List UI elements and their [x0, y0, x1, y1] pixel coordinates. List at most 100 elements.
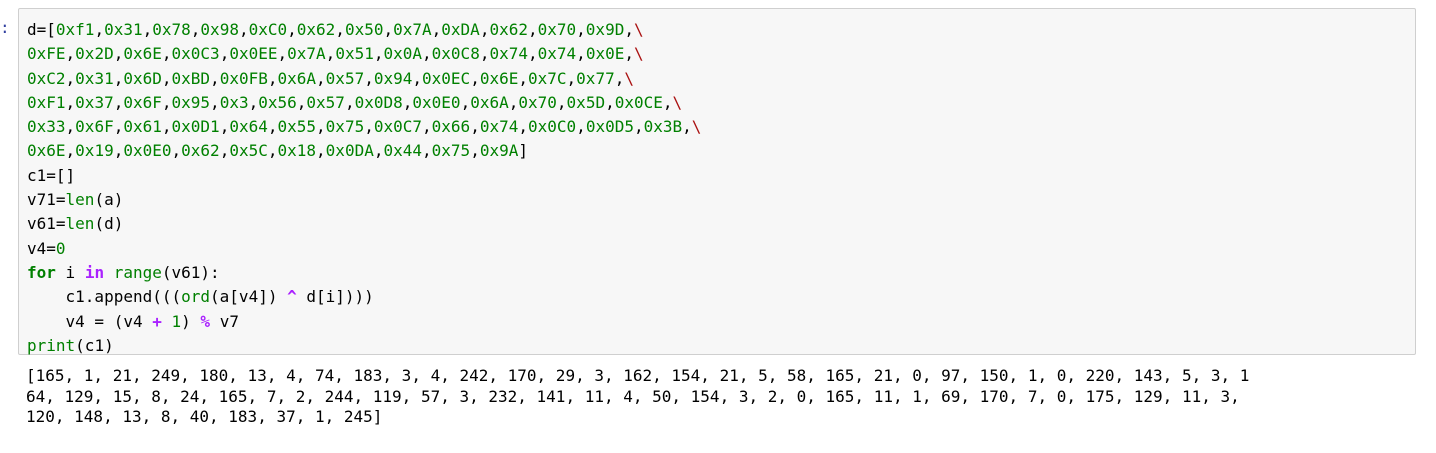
code-number: 0x33: [27, 117, 66, 137]
code-text: ,: [614, 68, 625, 88]
code-number: 0x18: [277, 141, 317, 161]
code-text: ,: [277, 44, 288, 64]
code-number: 0x44: [383, 141, 423, 161]
code-number: 0x0C8: [431, 44, 480, 64]
code-text: ,: [633, 117, 644, 137]
code-line: v4 = (v4 + 1) % v7: [27, 310, 701, 334]
cell-output: [165, 1, 21, 249, 180, 13, 4, 74, 183, 3…: [26, 366, 1249, 428]
output-line: [165, 1, 21, 249, 180, 13, 4, 74, 183, 3…: [26, 366, 1250, 385]
code-number: 0x6F: [75, 117, 114, 137]
code-number: 0x0EC: [422, 68, 471, 88]
code-text: (a[v4]): [210, 287, 288, 307]
code-number: 0xF1: [27, 92, 66, 112]
code-text: ,: [267, 117, 278, 137]
code-text: ,: [470, 117, 480, 137]
code-number: 0x0C3: [171, 44, 220, 64]
code-text: ,: [65, 117, 76, 137]
code-number: 0x78: [152, 20, 191, 39]
code-editor[interactable]: d=[0xf1,0x31,0x78,0x98,0xC0,0x62,0x50,0x…: [27, 18, 701, 358]
code-number: 0x74: [479, 117, 519, 137]
code-line: d=[0xf1,0x31,0x78,0x98,0xC0,0x62,0x50,0x…: [27, 18, 701, 42]
code-number: 0x0DA: [325, 141, 374, 161]
code-operator: +: [152, 311, 162, 331]
code-text: ,: [479, 20, 490, 39]
code-number: 0x62: [489, 20, 528, 39]
output-line: 120, 148, 13, 8, 40, 183, 37, 1, 245]: [26, 407, 383, 426]
code-text: ,: [287, 20, 297, 39]
code-number: 0x0A: [383, 44, 423, 64]
code-number: 0xC2: [27, 68, 66, 88]
code-text: ,: [662, 92, 673, 112]
code-number: 0x31: [75, 68, 114, 88]
code-number: 0x6D: [123, 68, 162, 88]
code-number: 0x0EE: [229, 44, 278, 64]
code-line: 0xC2,0x31,0x6D,0xBD,0x0FB,0x6A,0x57,0x94…: [27, 67, 701, 91]
code-text: ,: [65, 92, 76, 112]
code-text: ,: [682, 117, 692, 137]
code-text: v4 = (v4: [27, 311, 153, 331]
code-builtin: ord: [181, 287, 211, 307]
code-operator: ^: [287, 287, 297, 307]
code-number: 0x50: [344, 20, 384, 39]
code-text: ,: [142, 20, 153, 39]
code-continuation: \: [691, 117, 702, 137]
code-number: 0x94: [373, 68, 413, 88]
code-text: ,: [65, 141, 76, 161]
code-text: ,: [267, 68, 278, 88]
code-number: 0x0E: [585, 44, 625, 64]
code-keyword: for: [27, 262, 56, 282]
code-line: 0x33,0x6F,0x61,0x0D1,0x64,0x55,0x75,0x0C…: [27, 115, 701, 139]
code-number: 0x0CE: [614, 92, 663, 112]
code-cell-input[interactable]: d=[0xf1,0x31,0x78,0x98,0xC0,0x62,0x50,0x…: [18, 8, 1416, 355]
input-prompt-marker: :: [0, 18, 10, 37]
code-line: for i in range(v61):: [27, 261, 701, 285]
code-line: 0xF1,0x37,0x6F,0x95,0x3,0x56,0x57,0x0D8,…: [27, 91, 701, 115]
code-number: 0x98: [200, 20, 239, 39]
code-number: 0x75: [325, 117, 365, 137]
code-number: 0x9D: [585, 20, 625, 39]
code-text: ,: [344, 92, 355, 112]
code-text: ,: [422, 117, 432, 137]
code-text: ,: [335, 20, 345, 39]
code-number: 0x57: [325, 68, 365, 88]
code-number: 0x0C7: [373, 117, 423, 137]
code-text: ,: [219, 117, 230, 137]
code-text: ,: [402, 92, 413, 112]
code-number: 0x6E: [479, 68, 519, 88]
code-continuation: \: [633, 44, 644, 64]
code-text: (v61):: [161, 262, 220, 282]
code-text: c1=[]: [27, 165, 76, 185]
code-number: 0x37: [75, 92, 114, 112]
code-text: v61=: [27, 214, 66, 234]
code-continuation: \: [624, 68, 634, 88]
code-line: 0x6E,0x19,0x0E0,0x62,0x5C,0x18,0x0DA,0x4…: [27, 139, 701, 163]
code-text: ,: [383, 20, 394, 39]
code-number: 1: [171, 311, 182, 331]
code-number: 0xC0: [248, 20, 288, 39]
code-text: ,: [470, 68, 480, 88]
code-text: ,: [624, 44, 634, 64]
code-text: ,: [94, 20, 105, 39]
code-number: 0x7A: [393, 20, 432, 39]
code-number: 0x55: [277, 117, 317, 137]
code-number: 0xf1: [55, 20, 95, 39]
output-line: 64, 129, 15, 8, 24, 165, 7, 2, 244, 119,…: [26, 386, 1240, 406]
code-number: 0xFE: [27, 44, 66, 64]
code-number: 0x0D5: [585, 117, 634, 137]
code-line: c1.append(((ord(a[v4]) ^ d[i]))): [27, 285, 701, 309]
code-text: ,: [65, 68, 76, 88]
code-number: 0x62: [296, 20, 336, 39]
code-text: ,: [508, 92, 519, 112]
code-text: ,: [412, 68, 423, 88]
code-text: ,: [113, 68, 124, 88]
code-builtin: range: [113, 262, 162, 282]
code-text: ): [181, 311, 201, 331]
code-text: (d): [94, 214, 124, 234]
code-text: ,: [527, 20, 538, 39]
code-text: ,: [219, 141, 230, 161]
code-number: 0x6E: [27, 141, 66, 161]
code-text: ,: [161, 68, 172, 88]
code-text: ,: [190, 20, 201, 39]
code-operator: in: [84, 262, 105, 282]
